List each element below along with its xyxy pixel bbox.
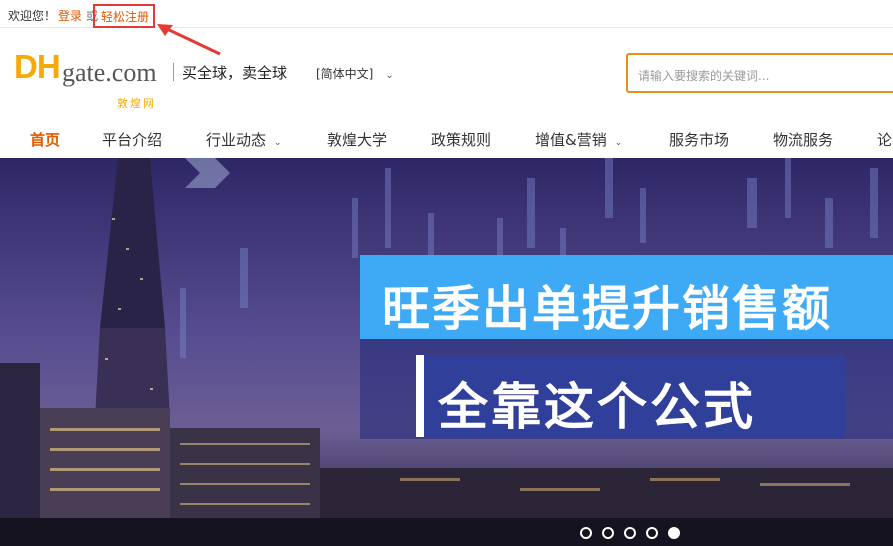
nav-label: 行业动态 (206, 131, 267, 149)
nav-item-policy[interactable]: 政策规则 (431, 129, 491, 150)
logo-gate: gate.com (62, 58, 157, 87)
nav-item-university[interactable]: 敦煌大学 (327, 129, 387, 150)
banner-headline-1: 旺季出单提升销售额 (360, 255, 893, 339)
language-label: [简体中文] (316, 67, 374, 81)
carousel-dot-3[interactable] (624, 527, 636, 539)
nav-item-forum[interactable]: 论 (877, 129, 892, 150)
chevron-down-icon: ⌄ (385, 70, 394, 81)
nav-item-platform[interactable]: 平台介绍 (102, 129, 162, 150)
dhgate-logo[interactable]: DH gate.com 敦煌网 (14, 48, 164, 110)
banner-headline-2: 全靠这个公式 (424, 355, 846, 437)
carousel-dot-1[interactable] (580, 527, 592, 539)
register-link[interactable]: 轻松注册 (93, 4, 155, 28)
site-header: DH gate.com 敦煌网 买全球，卖全球 [简体中文] ⌄ 请输入要搜索的关… (0, 28, 893, 118)
login-link[interactable]: 登录 (58, 7, 82, 24)
nav-label: 增值&营销 (535, 131, 607, 149)
nav-item-marketing[interactable]: 增值&营销 ⌄ (535, 129, 622, 150)
logo-dh: DH (14, 48, 61, 85)
header-divider (173, 63, 174, 81)
banner-headline-2-frame: 全靠这个公式 (416, 355, 846, 437)
nav-item-logistics[interactable]: 物流服务 (773, 129, 833, 150)
welcome-text: 欢迎您！ (8, 9, 57, 23)
search-placeholder: 请输入要搜索的关键词... (638, 69, 770, 83)
logo-cn: 敦煌网 (117, 97, 156, 110)
hero-banner[interactable]: 旺季出单提升销售额 全靠这个公式 (0, 158, 893, 546)
chevron-down-icon: ⌄ (274, 138, 282, 148)
chevron-down-icon: ⌄ (614, 138, 623, 148)
top-bar: 欢迎您！ 登录 或 轻松注册 (0, 0, 893, 28)
carousel-dot-2[interactable] (602, 527, 614, 539)
main-nav: 首页 平台介绍 行业动态 ⌄ 敦煌大学 政策规则 增值&营销 ⌄ 服务市场 物流服务… (0, 118, 893, 158)
nav-item-services[interactable]: 服务市场 (669, 129, 729, 150)
nav-item-industry[interactable]: 行业动态 ⌄ (206, 129, 282, 150)
carousel-dot-4[interactable] (646, 527, 658, 539)
search-input[interactable]: 请输入要搜索的关键词... (626, 53, 893, 93)
language-selector[interactable]: [简体中文] ⌄ (316, 65, 394, 82)
nav-item-home[interactable]: 首页 (30, 129, 60, 150)
carousel-dot-5[interactable] (668, 527, 680, 539)
slogan: 买全球，卖全球 (182, 64, 288, 82)
